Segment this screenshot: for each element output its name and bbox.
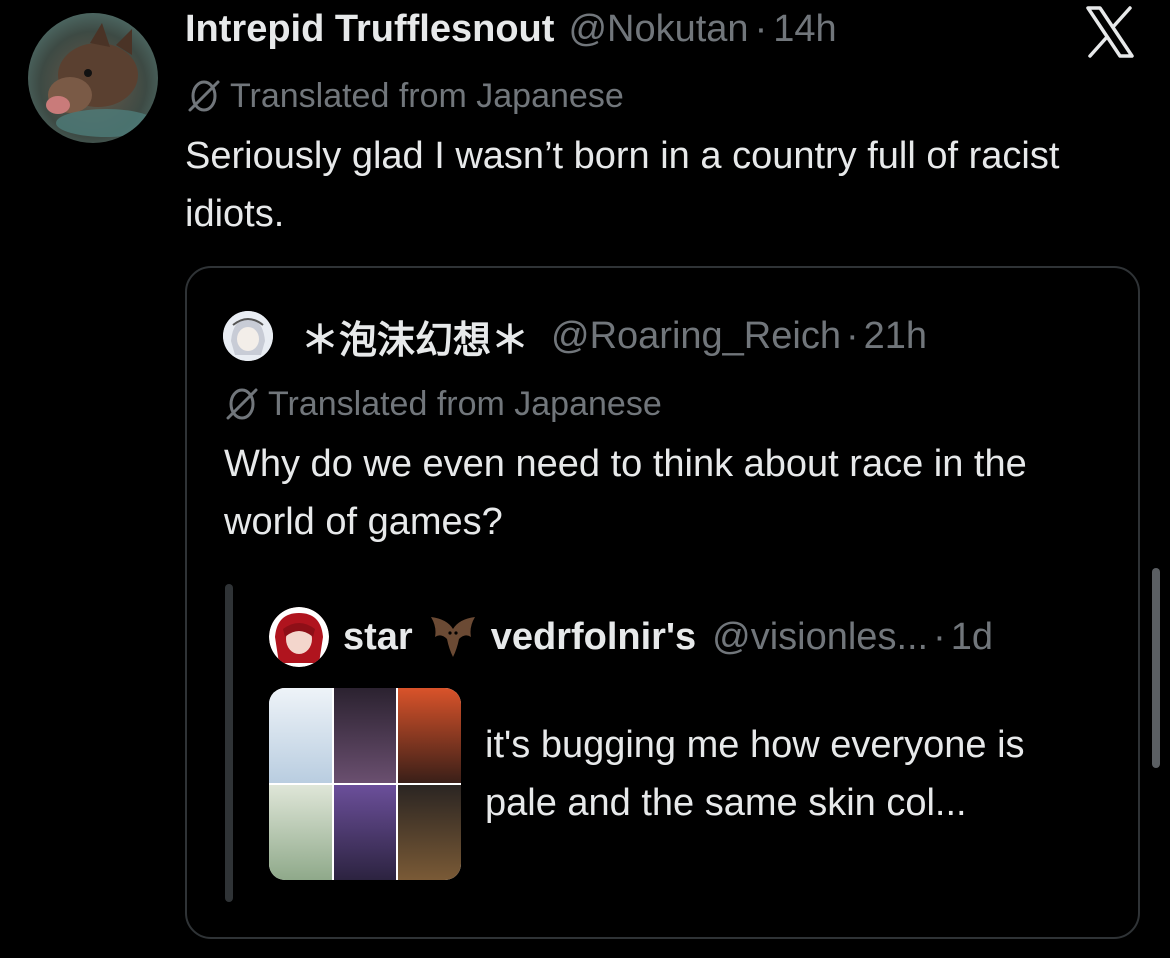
red-hair-avatar-image [269,607,329,667]
boar-avatar-image [46,23,156,137]
nested-author-name-part2[interactable]: vedrfolnir's [491,616,696,659]
nested-quote-header: star vedrfolnir's @visionles... · 1d [269,606,993,668]
quote-author-handle[interactable]: @Roaring_Reich [551,315,841,358]
quote-author-name[interactable]: ＊泡沫幻想＊ [301,309,529,364]
nested-author-handle[interactable]: @visionles... [712,616,928,659]
x-logo-icon[interactable] [1082,4,1138,60]
nested-quote-text: it's bugging me how everyone is pale and… [485,724,1025,824]
translated-text: Translated from Japanese [268,384,662,423]
translated-label[interactable]: Translated from Japanese [186,74,624,118]
author-avatar[interactable] [28,13,158,143]
nested-author-name-part1[interactable]: star [343,616,413,659]
bat-emoji-icon [430,617,475,657]
quote-translated-label[interactable]: Translated from Japanese [224,382,662,426]
tweet-text: Seriously glad I wasn’t born in a countr… [185,135,1060,235]
quoted-tweet-card[interactable]: ＊泡沫幻想＊ @Roaring_Reich · 21h Translated f… [185,266,1140,939]
character-portrait [269,785,332,880]
separator: · [933,615,946,658]
anime-avatar-image [223,311,273,361]
scrollbar[interactable] [1152,568,1160,768]
quote-author-avatar[interactable] [223,311,273,361]
character-portrait [333,785,397,880]
nested-author-avatar[interactable] [269,607,329,667]
nested-media-thumbnail[interactable] [269,688,461,880]
character-portrait [398,785,461,880]
quote-time[interactable]: 21h [864,315,927,358]
quote-header: ＊泡沫幻想＊ @Roaring_Reich · 21h [223,306,927,366]
character-portrait [398,688,461,783]
translate-icon [226,388,258,420]
tweet-time[interactable]: 14h [773,8,836,51]
separator: · [754,8,768,50]
translated-text: Translated from Japanese [230,76,624,115]
tweet-header: Intrepid Trufflesnout @Nokutan · 14h [185,8,837,58]
character-portrait [333,688,397,783]
translate-icon [188,80,220,112]
nested-time[interactable]: 1d [951,616,993,659]
quote-text: Why do we even need to think about race … [224,443,1027,543]
author-handle[interactable]: @Nokutan [568,8,748,51]
nested-quote-bar [225,584,233,902]
character-portrait [269,688,332,783]
separator: · [845,314,859,357]
author-name[interactable]: Intrepid Trufflesnout [185,8,554,51]
